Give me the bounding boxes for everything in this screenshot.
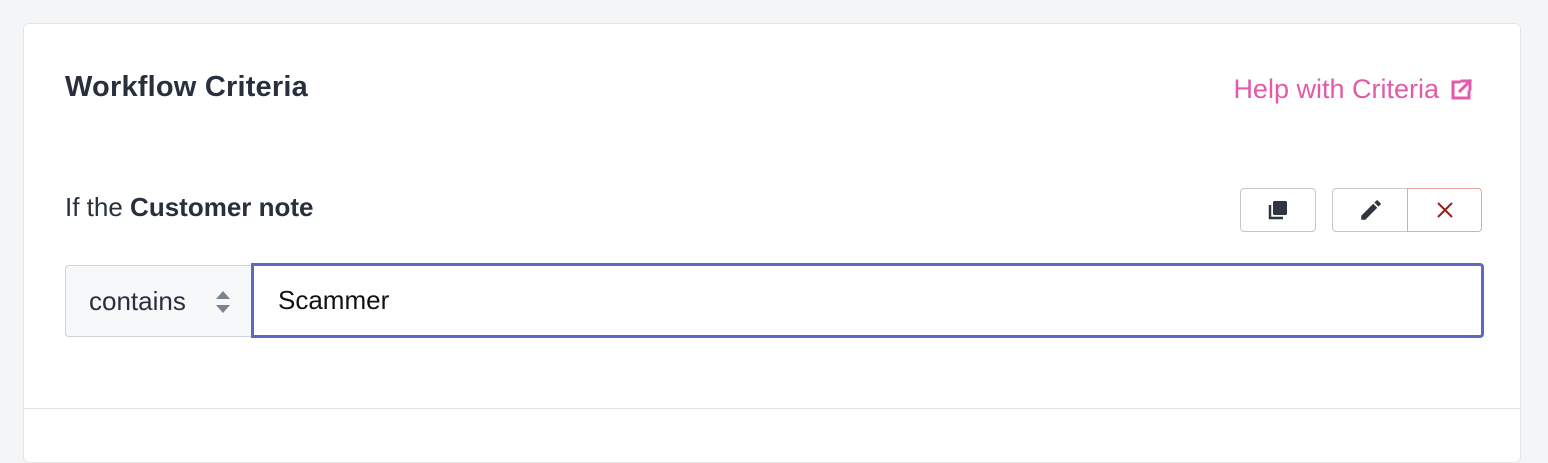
duplicate-icon <box>1268 201 1287 220</box>
condition-prefix: If the <box>65 192 131 222</box>
card-title: Workflow Criteria <box>65 71 308 103</box>
help-link-label: Help with Criteria <box>1233 74 1439 104</box>
condition-value-input[interactable] <box>251 263 1484 338</box>
condition-label: If the Customer note <box>65 192 314 223</box>
help-with-criteria-link[interactable]: Help with Criteria <box>1233 74 1473 105</box>
operator-select[interactable]: contains <box>65 265 253 337</box>
workflow-criteria-card: Workflow Criteria Help with Criteria If … <box>23 23 1521 463</box>
external-link-icon <box>1451 78 1473 99</box>
select-arrows-icon <box>216 291 230 313</box>
pencil-icon <box>1360 200 1381 220</box>
delete-button[interactable] <box>1407 188 1482 232</box>
edit-button[interactable] <box>1332 188 1409 232</box>
divider <box>24 408 1520 409</box>
close-icon <box>1436 202 1453 218</box>
condition-field: Customer note <box>130 192 314 222</box>
operator-select-value: contains <box>89 285 186 316</box>
duplicate-button[interactable] <box>1240 188 1316 232</box>
